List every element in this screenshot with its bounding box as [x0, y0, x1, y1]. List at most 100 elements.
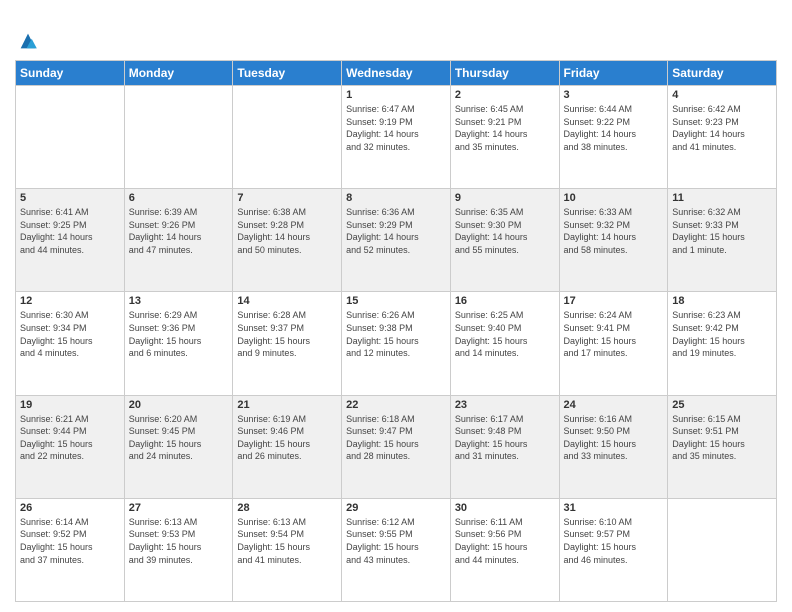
- calendar-cell: 15 Sunrise: 6:26 AMSunset: 9:38 PMDayligh…: [342, 292, 451, 395]
- day-number: 22: [346, 399, 446, 411]
- calendar-cell: 31 Sunrise: 6:10 AMSunset: 9:57 PMDayligh…: [559, 498, 668, 601]
- day-info: Sunrise: 6:36 AMSunset: 9:29 PMDaylight:…: [346, 206, 446, 256]
- day-number: 16: [455, 295, 555, 307]
- header: [15, 10, 777, 52]
- day-number: 20: [129, 399, 229, 411]
- calendar-cell: 21 Sunrise: 6:19 AMSunset: 9:46 PMDayligh…: [233, 395, 342, 498]
- calendar-cell: 23 Sunrise: 6:17 AMSunset: 9:48 PMDayligh…: [450, 395, 559, 498]
- day-info: Sunrise: 6:41 AMSunset: 9:25 PMDaylight:…: [20, 206, 120, 256]
- calendar-cell: 25 Sunrise: 6:15 AMSunset: 9:51 PMDayligh…: [668, 395, 777, 498]
- day-number: 17: [564, 295, 664, 307]
- day-number: 13: [129, 295, 229, 307]
- day-info: Sunrise: 6:12 AMSunset: 9:55 PMDaylight:…: [346, 516, 446, 566]
- day-info: Sunrise: 6:19 AMSunset: 9:46 PMDaylight:…: [237, 413, 337, 463]
- day-number: 8: [346, 192, 446, 204]
- day-number: 10: [564, 192, 664, 204]
- calendar-cell: [124, 86, 233, 189]
- calendar-cell: 30 Sunrise: 6:11 AMSunset: 9:56 PMDayligh…: [450, 498, 559, 601]
- day-number: 31: [564, 502, 664, 514]
- calendar-cell: 22 Sunrise: 6:18 AMSunset: 9:47 PMDayligh…: [342, 395, 451, 498]
- calendar-row: 1 Sunrise: 6:47 AMSunset: 9:19 PMDaylight…: [16, 86, 777, 189]
- day-number: 12: [20, 295, 120, 307]
- day-info: Sunrise: 6:47 AMSunset: 9:19 PMDaylight:…: [346, 103, 446, 153]
- calendar-cell: 26 Sunrise: 6:14 AMSunset: 9:52 PMDayligh…: [16, 498, 125, 601]
- day-number: 14: [237, 295, 337, 307]
- day-info: Sunrise: 6:32 AMSunset: 9:33 PMDaylight:…: [672, 206, 772, 256]
- day-number: 2: [455, 89, 555, 101]
- day-info: Sunrise: 6:13 AMSunset: 9:53 PMDaylight:…: [129, 516, 229, 566]
- logo-text: [15, 10, 39, 52]
- calendar-cell: 14 Sunrise: 6:28 AMSunset: 9:37 PMDayligh…: [233, 292, 342, 395]
- calendar-cell: 8 Sunrise: 6:36 AMSunset: 9:29 PMDaylight…: [342, 189, 451, 292]
- day-info: Sunrise: 6:11 AMSunset: 9:56 PMDaylight:…: [455, 516, 555, 566]
- calendar-cell: 5Sunrise: 6:41 AMSunset: 9:25 PMDaylight…: [16, 189, 125, 292]
- calendar-cell: 16 Sunrise: 6:25 AMSunset: 9:40 PMDayligh…: [450, 292, 559, 395]
- logo-icon: [17, 30, 39, 52]
- calendar-row: 26 Sunrise: 6:14 AMSunset: 9:52 PMDayligh…: [16, 498, 777, 601]
- day-info: Sunrise: 6:42 AMSunset: 9:23 PMDaylight:…: [672, 103, 772, 153]
- calendar-cell: [668, 498, 777, 601]
- day-number: 30: [455, 502, 555, 514]
- logo: [15, 10, 39, 52]
- day-number: 18: [672, 295, 772, 307]
- day-info: Sunrise: 6:26 AMSunset: 9:38 PMDaylight:…: [346, 309, 446, 359]
- day-number: 27: [129, 502, 229, 514]
- calendar-table: SundayMondayTuesdayWednesdayThursdayFrid…: [15, 60, 777, 602]
- calendar-cell: 10 Sunrise: 6:33 AMSunset: 9:32 PMDayligh…: [559, 189, 668, 292]
- day-info: Sunrise: 6:23 AMSunset: 9:42 PMDaylight:…: [672, 309, 772, 359]
- day-number: 6: [129, 192, 229, 204]
- calendar-row: 5Sunrise: 6:41 AMSunset: 9:25 PMDaylight…: [16, 189, 777, 292]
- calendar-cell: 12 Sunrise: 6:30 AMSunset: 9:34 PMDayligh…: [16, 292, 125, 395]
- day-number: 15: [346, 295, 446, 307]
- day-info: Sunrise: 6:14 AMSunset: 9:52 PMDaylight:…: [20, 516, 120, 566]
- day-info: Sunrise: 6:21 AMSunset: 9:44 PMDaylight:…: [20, 413, 120, 463]
- calendar-cell: 24Sunrise: 6:16 AMSunset: 9:50 PMDayligh…: [559, 395, 668, 498]
- calendar-header-monday: Monday: [124, 61, 233, 86]
- calendar-cell: [233, 86, 342, 189]
- day-info: Sunrise: 6:30 AMSunset: 9:34 PMDaylight:…: [20, 309, 120, 359]
- day-info: Sunrise: 6:15 AMSunset: 9:51 PMDaylight:…: [672, 413, 772, 463]
- calendar-cell: 13 Sunrise: 6:29 AMSunset: 9:36 PMDayligh…: [124, 292, 233, 395]
- day-number: 28: [237, 502, 337, 514]
- calendar-cell: 18 Sunrise: 6:23 AMSunset: 9:42 PMDayligh…: [668, 292, 777, 395]
- day-number: 9: [455, 192, 555, 204]
- calendar-row: 12 Sunrise: 6:30 AMSunset: 9:34 PMDayligh…: [16, 292, 777, 395]
- day-info: Sunrise: 6:38 AMSunset: 9:28 PMDaylight:…: [237, 206, 337, 256]
- day-info: Sunrise: 6:24 AMSunset: 9:41 PMDaylight:…: [564, 309, 664, 359]
- day-number: 19: [20, 399, 120, 411]
- calendar-header-tuesday: Tuesday: [233, 61, 342, 86]
- day-info: Sunrise: 6:25 AMSunset: 9:40 PMDaylight:…: [455, 309, 555, 359]
- day-info: Sunrise: 6:28 AMSunset: 9:37 PMDaylight:…: [237, 309, 337, 359]
- day-info: Sunrise: 6:17 AMSunset: 9:48 PMDaylight:…: [455, 413, 555, 463]
- day-info: Sunrise: 6:10 AMSunset: 9:57 PMDaylight:…: [564, 516, 664, 566]
- calendar-header-friday: Friday: [559, 61, 668, 86]
- calendar-cell: 1 Sunrise: 6:47 AMSunset: 9:19 PMDaylight…: [342, 86, 451, 189]
- calendar-cell: 2 Sunrise: 6:45 AMSunset: 9:21 PMDaylight…: [450, 86, 559, 189]
- day-number: 4: [672, 89, 772, 101]
- calendar-cell: 17 Sunrise: 6:24 AMSunset: 9:41 PMDayligh…: [559, 292, 668, 395]
- day-number: 21: [237, 399, 337, 411]
- day-info: Sunrise: 6:44 AMSunset: 9:22 PMDaylight:…: [564, 103, 664, 153]
- day-number: 1: [346, 89, 446, 101]
- day-number: 29: [346, 502, 446, 514]
- calendar-row: 19 Sunrise: 6:21 AMSunset: 9:44 PMDayligh…: [16, 395, 777, 498]
- calendar-cell: 4 Sunrise: 6:42 AMSunset: 9:23 PMDaylight…: [668, 86, 777, 189]
- calendar-cell: 20Sunrise: 6:20 AMSunset: 9:45 PMDayligh…: [124, 395, 233, 498]
- calendar-cell: [16, 86, 125, 189]
- calendar-cell: 27 Sunrise: 6:13 AMSunset: 9:53 PMDayligh…: [124, 498, 233, 601]
- calendar-header-saturday: Saturday: [668, 61, 777, 86]
- calendar-header-sunday: Sunday: [16, 61, 125, 86]
- day-info: Sunrise: 6:29 AMSunset: 9:36 PMDaylight:…: [129, 309, 229, 359]
- calendar-header-thursday: Thursday: [450, 61, 559, 86]
- day-info: Sunrise: 6:13 AMSunset: 9:54 PMDaylight:…: [237, 516, 337, 566]
- day-info: Sunrise: 6:33 AMSunset: 9:32 PMDaylight:…: [564, 206, 664, 256]
- day-info: Sunrise: 6:16 AMSunset: 9:50 PMDaylight:…: [564, 413, 664, 463]
- day-info: Sunrise: 6:18 AMSunset: 9:47 PMDaylight:…: [346, 413, 446, 463]
- day-number: 26: [20, 502, 120, 514]
- calendar-cell: 3Sunrise: 6:44 AMSunset: 9:22 PMDaylight…: [559, 86, 668, 189]
- day-number: 7: [237, 192, 337, 204]
- day-info: Sunrise: 6:35 AMSunset: 9:30 PMDaylight:…: [455, 206, 555, 256]
- day-info: Sunrise: 6:45 AMSunset: 9:21 PMDaylight:…: [455, 103, 555, 153]
- day-number: 25: [672, 399, 772, 411]
- day-number: 23: [455, 399, 555, 411]
